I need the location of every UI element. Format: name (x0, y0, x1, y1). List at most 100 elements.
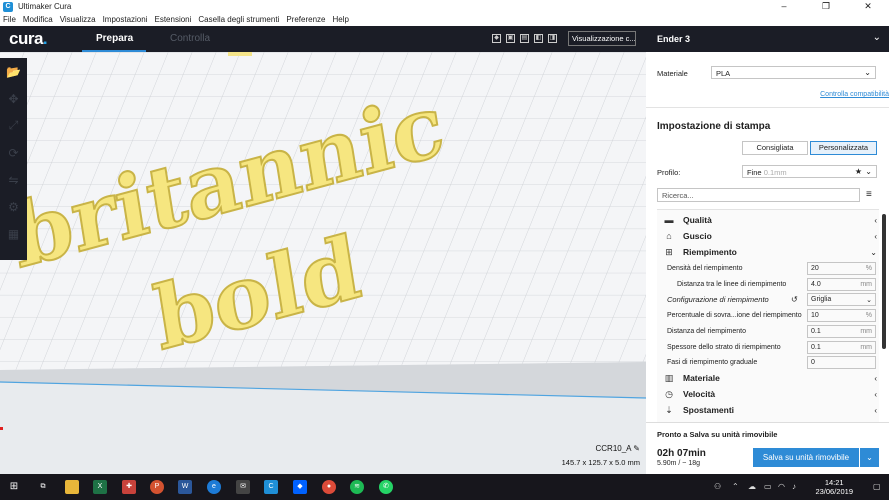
setting-infill-density: Densità del riempimento 20% (667, 261, 877, 275)
material-select[interactable]: PLA ⌄ (711, 66, 876, 79)
setting-infill-pattern: Configurazione di riempimento ↺ Griglia ⌄ (667, 292, 877, 306)
open-file-icon[interactable]: 📂 (0, 58, 27, 85)
windows-taskbar: ⊞ ⧉ X ✚ P W e ✉ C ◆ ● ≋ ✆ ⚇ ⌃ ☁ ▭ ◠ ♪ 14… (0, 474, 889, 500)
chevron-down-icon: ⌄ (864, 68, 871, 77)
profile-select[interactable]: Fine 0.1mm ★ ⌄ (742, 165, 877, 178)
people-icon[interactable]: ⚇ (714, 482, 721, 491)
app-header: cura. Prepara Controlla ◆ ▣ ▤ ◧ ◨ Visual… (0, 26, 646, 52)
minimize-icon[interactable]: – (763, 0, 805, 13)
infill-wipe-distance-input[interactable]: 0.1 mm (807, 324, 876, 338)
menu-view[interactable]: Visualizza (60, 15, 96, 24)
search-settings-input[interactable]: Ricerca... (657, 188, 860, 202)
maximize-icon[interactable]: ❐ (805, 0, 847, 13)
build-plate-viewport[interactable]: britannic bold (0, 52, 646, 474)
gradual-infill-steps-input[interactable]: 0 (807, 355, 876, 369)
recommended-button[interactable]: Consigliata (742, 141, 808, 155)
menu-settings[interactable]: Impostazioni (103, 15, 148, 24)
task-view-icon[interactable]: ⧉ (36, 480, 50, 494)
settings-menu-icon[interactable]: ≡ (866, 189, 872, 200)
cura-taskbar-icon[interactable]: C (264, 480, 278, 494)
scale-tool-icon[interactable]: ⤢ (0, 112, 27, 139)
menu-help[interactable]: Help (332, 15, 348, 24)
mirror-tool-icon[interactable]: ⇋ (0, 166, 27, 193)
taskbar-clock[interactable]: 14:21 23/06/2019 (815, 478, 853, 496)
spotify-icon[interactable]: ≋ (350, 480, 364, 494)
word-icon[interactable]: W (178, 480, 192, 494)
edge-icon[interactable]: e (207, 480, 221, 494)
save-to-removable-button[interactable]: Salva su unità rimovibile (753, 448, 859, 467)
menu-preferences[interactable]: Preferenze (286, 15, 325, 24)
tray-chevron-up-icon[interactable]: ⌃ (732, 482, 739, 491)
mail-icon[interactable]: ✉ (236, 480, 250, 494)
chevron-left-icon: ‹ (874, 373, 877, 383)
onedrive-icon[interactable]: ☁ (748, 482, 756, 491)
rotate-tool-icon[interactable]: ⟳ (0, 139, 27, 166)
infill-pattern-select[interactable]: Griglia ⌄ (807, 292, 876, 306)
setting-infill-line-distance: Distanza tra le linee di riempimento 4.0… (677, 277, 877, 291)
chevron-down-icon[interactable]: ⌄ (860, 448, 879, 467)
gift-icon[interactable]: ✚ (122, 480, 136, 494)
move-tool-icon[interactable]: ✥ (0, 85, 27, 112)
view-front-icon[interactable]: ▣ (506, 34, 515, 43)
category-material[interactable]: ▥ Materiale ‹ (663, 370, 877, 386)
view-type-select[interactable]: Visualizzazione c... ⌄ (568, 31, 636, 46)
category-infill[interactable]: ⊞ Riempimento ⌄ (663, 244, 877, 260)
infill-line-distance-input[interactable]: 4.0 mm (807, 277, 876, 291)
dropbox-icon[interactable]: ◆ (293, 480, 307, 494)
printer-name: Ender 3 (657, 34, 691, 44)
chevron-left-icon: ‹ (874, 405, 877, 415)
view-left-icon[interactable]: ◧ (534, 34, 543, 43)
object-name: CCR10_A (595, 444, 632, 453)
per-model-settings-icon[interactable]: ⚙ (0, 193, 27, 220)
cura-logo: cura. (9, 29, 48, 48)
powerpoint-icon[interactable]: P (150, 480, 164, 494)
print-time: 02h 07min (657, 448, 706, 459)
close-icon[interactable]: ✕ (847, 0, 889, 13)
left-toolbar: 📂 ✥ ⤢ ⟳ ⇋ ⚙ ▦ (0, 58, 27, 260)
material-icon: ▥ (664, 372, 674, 383)
cura-app-icon: C (3, 1, 13, 12)
build-plate-scene: britannic bold (0, 52, 646, 474)
check-compatibility-link[interactable]: Controlla compatibilità (820, 91, 889, 98)
infill-layer-thickness-input[interactable]: 0.1 mm (807, 340, 876, 354)
material-usage: 5.90m / ~ 18g (657, 460, 701, 467)
chrome-icon[interactable]: ● (322, 480, 336, 494)
category-travel[interactable]: ⇣ Spostamenti ‹ (663, 402, 877, 418)
window-title: Ultimaker Cura (18, 2, 72, 11)
view-3d-icon[interactable]: ◆ (492, 34, 501, 43)
tab-monitor[interactable]: Controlla (170, 33, 210, 44)
view-top-icon[interactable]: ▤ (520, 34, 529, 43)
file-explorer-icon[interactable] (65, 480, 79, 494)
print-settings-sidebar: Materiale PLA ⌄ Controlla compatibilità I… (646, 52, 889, 474)
infill-density-input[interactable]: 20% (807, 261, 876, 275)
infill-overlap-input[interactable]: 10% (807, 308, 876, 322)
chevron-left-icon: ‹ (874, 389, 877, 399)
category-shell[interactable]: ⌂ Guscio ‹ (663, 228, 877, 244)
tab-prepare[interactable]: Prepara (96, 33, 133, 44)
menu-toolbox[interactable]: Casella degli strumenti (198, 15, 279, 24)
chevron-down-icon: ⌄ (865, 167, 872, 176)
volume-icon[interactable]: ♪ (792, 482, 796, 491)
category-speed[interactable]: ◷ Velocità ‹ (663, 386, 877, 402)
excel-icon[interactable]: X (93, 480, 107, 494)
network-icon[interactable]: ◠ (778, 482, 785, 491)
view-right-icon[interactable]: ◨ (548, 34, 557, 43)
setting-infill-overlap: Percentuale di sovra...ione del riempime… (667, 308, 877, 322)
support-blocker-icon[interactable]: ▦ (0, 220, 27, 247)
menu-file[interactable]: File (3, 15, 16, 24)
settings-scrollbar[interactable] (882, 214, 886, 349)
edit-name-icon[interactable]: ✎ (633, 444, 640, 453)
whatsapp-icon[interactable]: ✆ (379, 480, 393, 494)
menu-edit[interactable]: Modifica (23, 15, 53, 24)
start-icon[interactable]: ⊞ (7, 480, 21, 494)
battery-icon[interactable]: ▭ (764, 482, 772, 491)
custom-button[interactable]: Personalizzata (810, 141, 877, 155)
window-controls: – ❐ ✕ (763, 0, 889, 13)
notifications-icon[interactable]: ▢ (873, 482, 881, 491)
infill-icon: ⊞ (665, 246, 673, 257)
menu-extensions[interactable]: Estensioni (154, 15, 191, 24)
printer-selector[interactable]: Ender 3 ⌄ (646, 26, 889, 52)
category-quality[interactable]: ▬ Qualità ‹ (663, 212, 878, 228)
setting-infill-layer-thickness: Spessore dello strato di riempimento 0.1… (667, 340, 877, 354)
reset-icon[interactable]: ↺ (791, 295, 798, 304)
